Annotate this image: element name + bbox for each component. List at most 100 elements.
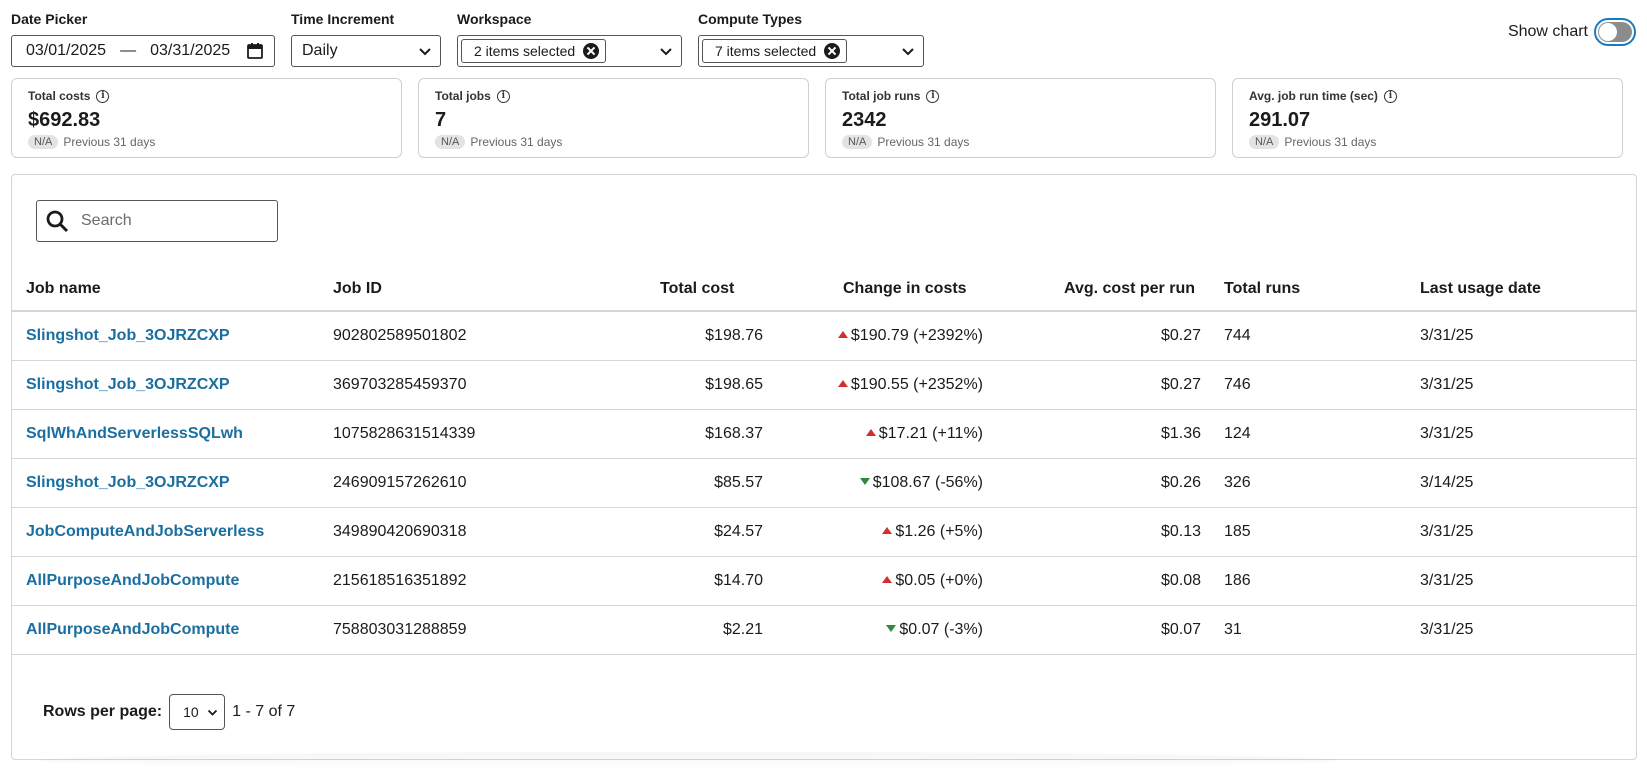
kpi-title-text: Total job runs	[842, 89, 921, 103]
table-row: JobComputeAndJobServerless 34989042069031…	[12, 507, 1637, 557]
avg-cost-cell: $0.07	[983, 605, 1201, 655]
last-usage-date-cell: 3/31/25	[1420, 409, 1637, 459]
avg-cost-cell: $0.27	[983, 311, 1201, 361]
change-in-costs-cell: $190.79 (+2392%)	[763, 311, 983, 361]
kpi-comparison: N/A Previous 31 days	[435, 135, 792, 149]
column-header-job-name[interactable]: Job name	[12, 268, 333, 312]
kpi-card-avg-run-time: Avg. job run time (sec) i 291.07 N/A Pre…	[1232, 78, 1623, 158]
job-name-cell: AllPurposeAndJobCompute	[12, 556, 333, 606]
job-id-cell: 758803031288859	[333, 605, 618, 655]
job-name-link[interactable]: Slingshot_Job_3OJRZCXP	[26, 327, 230, 344]
table-header-row: Job name Job ID Total cost Change in cos…	[12, 268, 1637, 312]
job-name-link[interactable]: Slingshot_Job_3OJRZCXP	[26, 474, 230, 491]
job-name-cell: Slingshot_Job_3OJRZCXP	[12, 360, 333, 410]
table-row: Slingshot_Job_3OJRZCXP 369703285459370 $19…	[12, 360, 1637, 410]
avg-cost-cell: $0.26	[983, 458, 1201, 508]
kpi-comparison-text: Previous 31 days	[877, 135, 970, 149]
jobs-table-body: Slingshot_Job_3OJRZCXP 902802589501802 $19…	[12, 311, 1637, 655]
total-runs-cell: 186	[1201, 556, 1420, 606]
avg-cost-cell: $0.27	[983, 360, 1201, 410]
calendar-icon[interactable]	[246, 42, 264, 60]
job-id-cell: 349890420690318	[333, 507, 618, 557]
column-header-total-cost[interactable]: Total cost	[618, 268, 763, 312]
pagination: Rows per page: 10 1 - 7 of 7	[43, 694, 295, 730]
compute-types-select[interactable]: 7 items selected	[698, 35, 924, 67]
total-cost-cell: $2.21	[618, 605, 763, 655]
job-id-cell: 1075828631514339	[333, 409, 618, 459]
job-name-cell: AllPurposeAndJobCompute	[12, 605, 333, 655]
pagination-range: 1 - 7 of 7	[232, 703, 296, 720]
compute-types-chip: 7 items selected	[702, 39, 848, 63]
clear-workspace-icon[interactable]	[583, 43, 600, 59]
search-input[interactable]	[79, 211, 269, 231]
time-increment-select[interactable]: Daily	[291, 35, 441, 67]
chevron-down-icon[interactable]	[659, 45, 673, 59]
total-cost-cell: $168.37	[618, 409, 763, 459]
compute-types-label: Compute Types	[698, 11, 802, 27]
arrow-down-icon	[859, 477, 870, 485]
kpi-value: 291.07	[1249, 109, 1311, 131]
rows-per-page-value: 10	[183, 704, 199, 720]
compute-types-filter: Compute Types 7 items selected	[698, 10, 924, 67]
info-icon[interactable]: i	[96, 89, 110, 103]
change-in-costs-cell: $190.55 (+2352%)	[763, 360, 983, 410]
start-date[interactable]: 03/01/2025	[26, 42, 106, 60]
info-icon[interactable]: i	[496, 89, 510, 103]
column-header-job-id[interactable]: Job ID	[333, 268, 618, 312]
total-runs-cell: 746	[1201, 360, 1420, 410]
search-box[interactable]	[36, 200, 278, 242]
job-name-link[interactable]: JobComputeAndJobServerless	[26, 523, 264, 540]
arrow-up-icon	[837, 379, 848, 387]
rows-per-page-select[interactable]: 10	[169, 694, 226, 730]
jobs-table: Job name Job ID Total cost Change in cos…	[12, 268, 1637, 655]
show-chart-toggle-group: Show chart	[1508, 18, 1636, 46]
change-in-costs-cell: $1.26 (+5%)	[763, 507, 983, 557]
job-id-cell: 369703285459370	[333, 360, 618, 410]
workspace-select[interactable]: 2 items selected	[457, 35, 682, 67]
job-id-cell: 246909157262610	[333, 458, 618, 508]
job-id-cell: 215618516351892	[333, 556, 618, 606]
kpi-comparison-text: Previous 31 days	[1284, 135, 1377, 149]
rows-per-page-label: Rows per page:	[43, 703, 163, 720]
kpi-comparison: N/A Previous 31 days	[28, 135, 385, 149]
avg-cost-cell: $0.13	[983, 507, 1201, 557]
total-runs-cell: 31	[1201, 605, 1420, 655]
kpi-card-total-jobs: Total jobs i 7 N/A Previous 31 days	[418, 78, 809, 158]
change-value: $1.26 (+5%)	[895, 522, 983, 540]
kpi-title-text: Total costs	[28, 89, 91, 103]
status-badge: N/A	[842, 135, 873, 149]
column-header-total-runs[interactable]: Total runs	[1201, 268, 1420, 312]
total-runs-cell: 124	[1201, 409, 1420, 459]
chevron-down-icon[interactable]	[901, 45, 915, 59]
job-name-link[interactable]: AllPurposeAndJobCompute	[26, 572, 239, 589]
total-cost-cell: $24.57	[618, 507, 763, 557]
column-header-last-usage-date[interactable]: Last usage date	[1420, 268, 1637, 312]
kpi-comparison: N/A Previous 31 days	[842, 135, 1199, 149]
kpi-comparison-text: Previous 31 days	[63, 135, 156, 149]
show-chart-toggle[interactable]	[1594, 18, 1636, 46]
table-row: AllPurposeAndJobCompute 758803031288859 $2…	[12, 605, 1637, 655]
avg-cost-cell: $1.36	[983, 409, 1201, 459]
table-row: Slingshot_Job_3OJRZCXP 902802589501802 $19…	[12, 311, 1637, 361]
info-icon[interactable]: i	[1383, 89, 1397, 103]
kpi-row: Total costs i $692.83 N/A Previous 31 da…	[11, 78, 1637, 158]
date-picker-filter: Date Picker 03/01/2025 — 03/31/2025	[11, 10, 275, 67]
column-header-change-in-costs[interactable]: Change in costs	[763, 268, 983, 312]
column-header-avg-cost-per-run[interactable]: Avg. cost per run	[983, 268, 1201, 312]
info-icon[interactable]: i	[926, 89, 940, 103]
total-cost-cell: $85.57	[618, 458, 763, 508]
kpi-title-text: Total jobs	[435, 89, 491, 103]
change-in-costs-cell: $17.21 (+11%)	[763, 409, 983, 459]
clear-compute-types-icon[interactable]	[824, 43, 841, 59]
job-name-link[interactable]: Slingshot_Job_3OJRZCXP	[26, 376, 230, 393]
last-usage-date-cell: 3/31/25	[1420, 605, 1637, 655]
job-name-link[interactable]: SqlWhAndServerlessSQLwh	[26, 425, 243, 442]
job-name-link[interactable]: AllPurposeAndJobCompute	[26, 621, 239, 638]
kpi-card-total-costs: Total costs i $692.83 N/A Previous 31 da…	[11, 78, 402, 158]
change-in-costs-cell: $108.67 (-56%)	[763, 458, 983, 508]
change-value: $0.05 (+0%)	[895, 571, 983, 589]
date-range-input[interactable]: 03/01/2025 — 03/31/2025	[11, 35, 275, 67]
compute-types-chip-label: 7 items selected	[715, 43, 817, 59]
end-date[interactable]: 03/31/2025	[150, 42, 230, 60]
date-picker-label: Date Picker	[11, 11, 88, 27]
